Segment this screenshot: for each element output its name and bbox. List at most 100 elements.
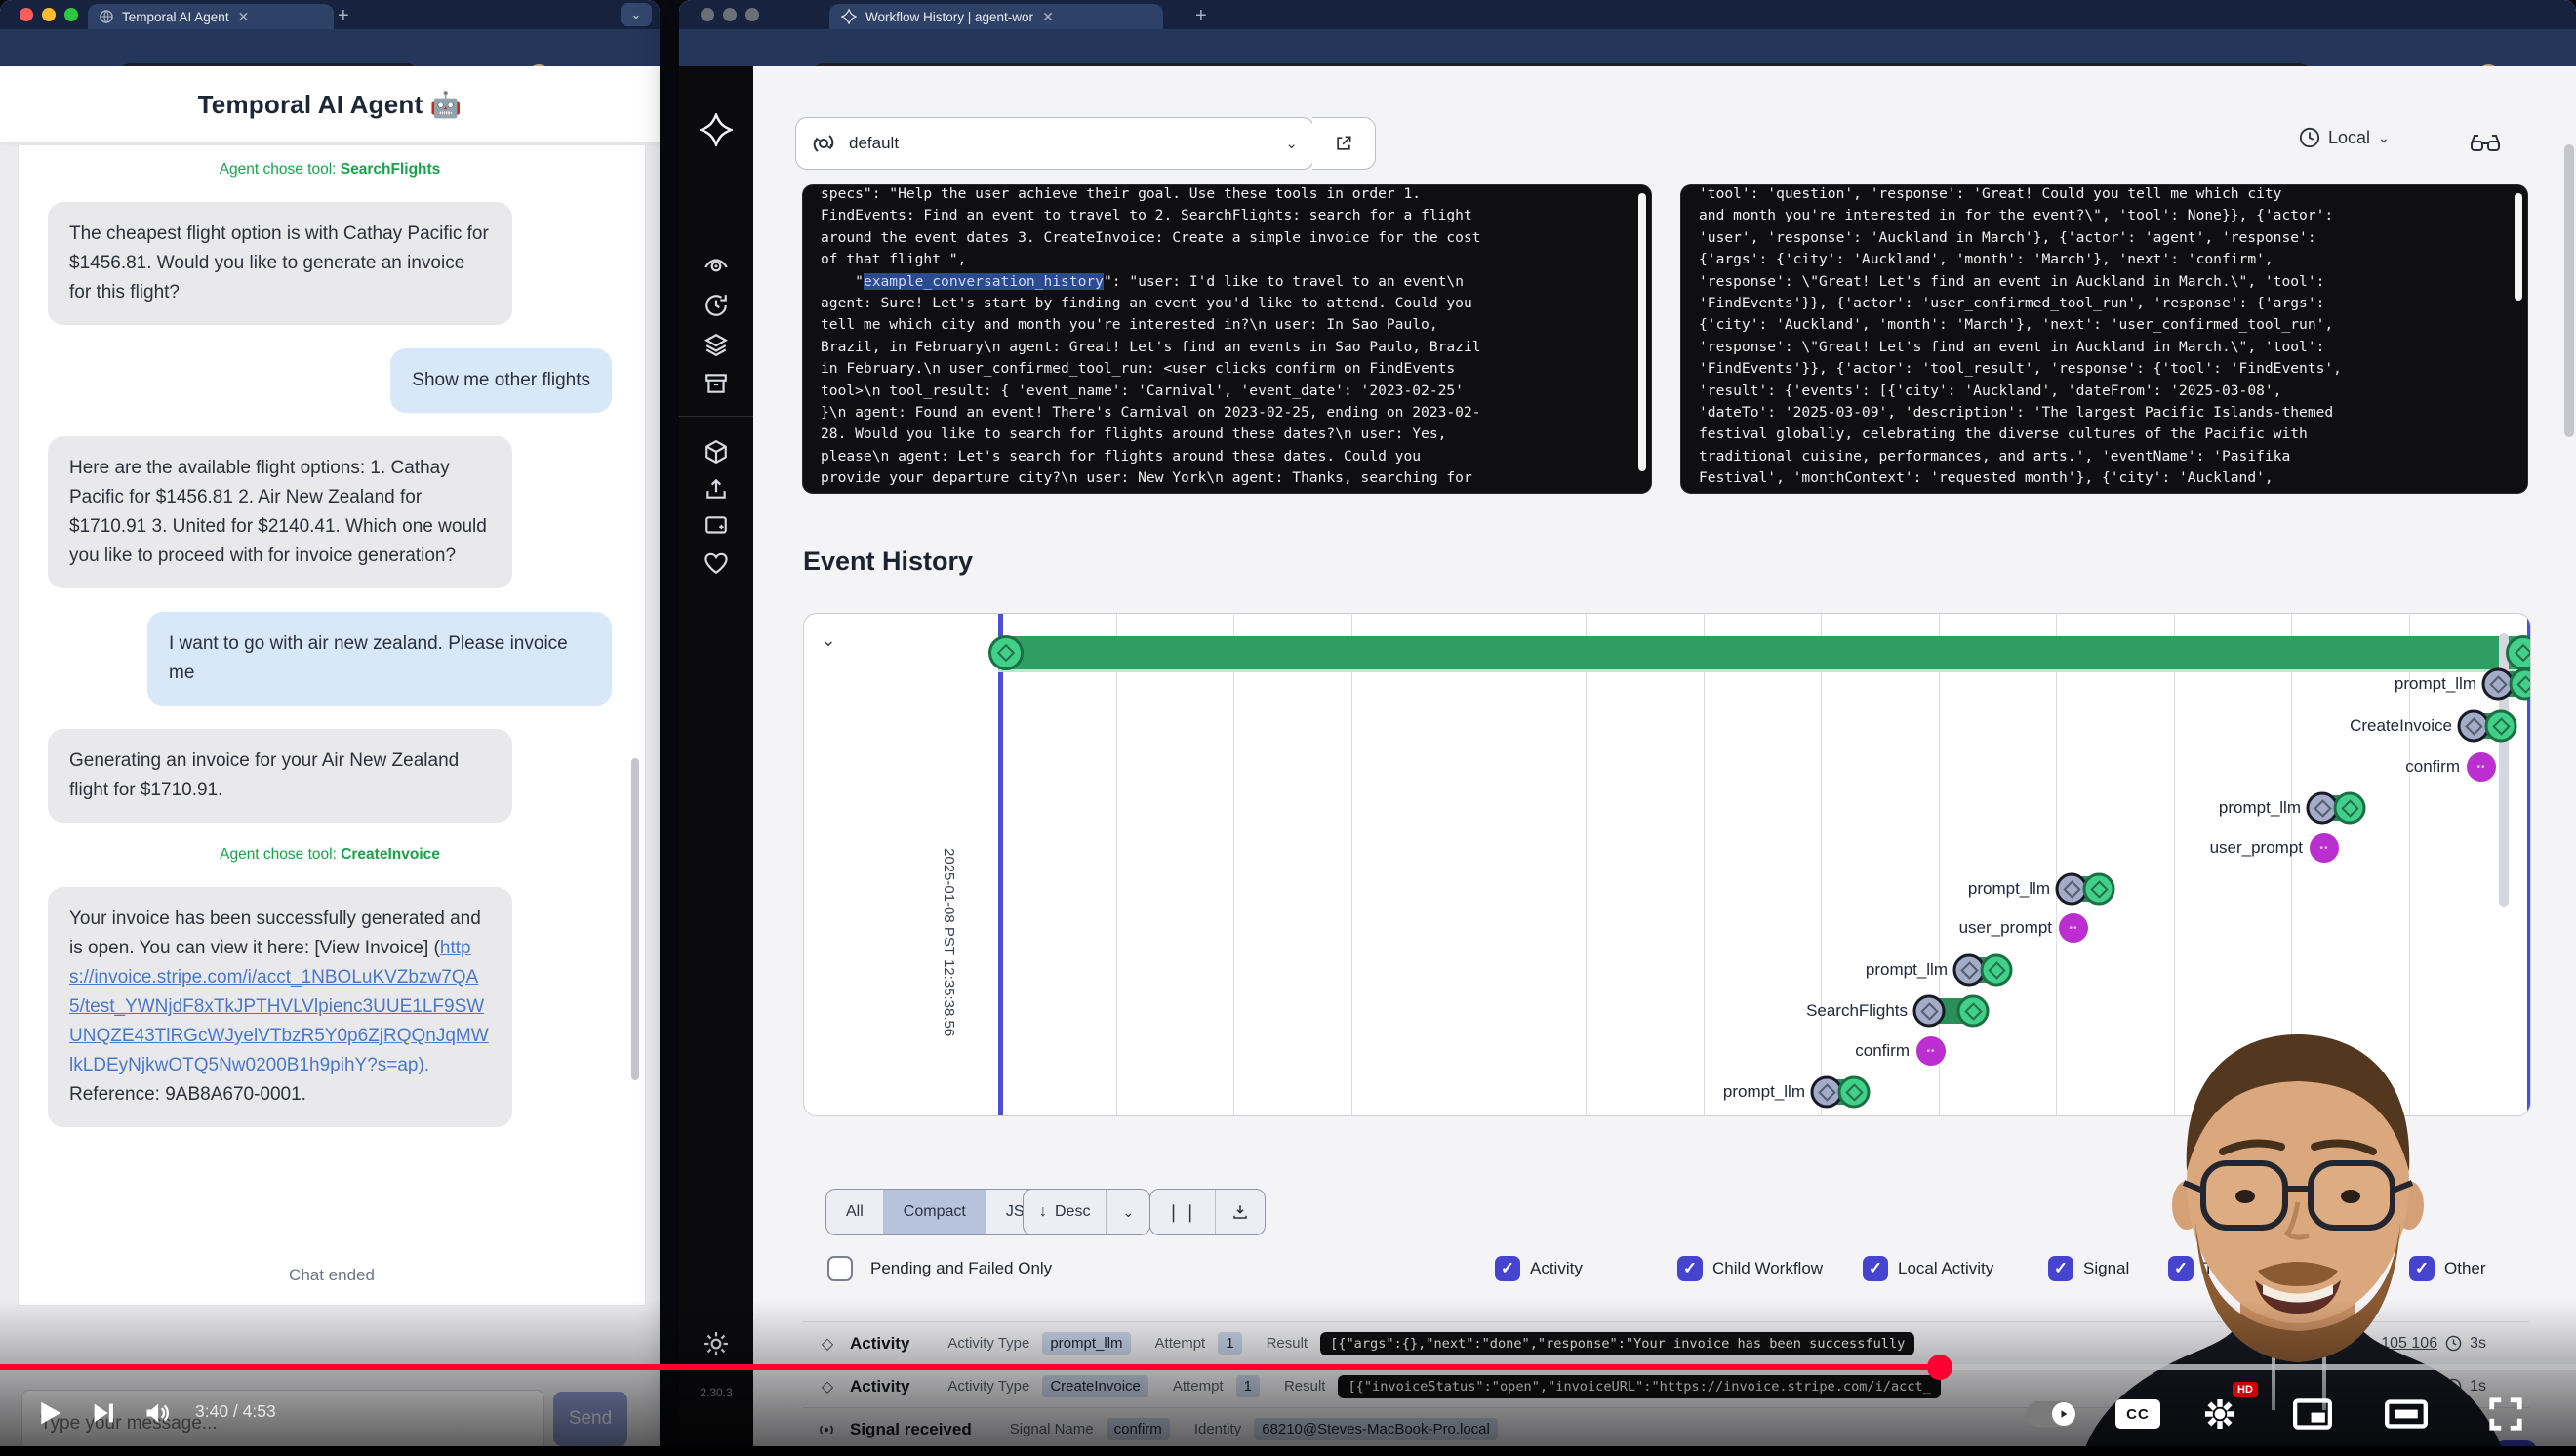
labs-cube-icon[interactable] bbox=[704, 439, 729, 465]
miniplayer-button[interactable] bbox=[2293, 1397, 2332, 1431]
workflow-execution-bar[interactable] bbox=[998, 636, 2527, 669]
chat-app: Temporal AI Agent 🤖 Agent chose tool: Se… bbox=[0, 66, 660, 1456]
signal-node[interactable]: •• bbox=[1916, 1036, 1946, 1066]
video-progress-watched[interactable] bbox=[0, 1364, 1940, 1370]
field-label: Identity bbox=[1194, 1421, 1241, 1437]
timeline-event-label: prompt_llm bbox=[2395, 674, 2476, 694]
activity-completed-node[interactable] bbox=[2485, 710, 2517, 743]
view-tab-compact[interactable]: Compact bbox=[884, 1190, 986, 1234]
field-label: Result bbox=[1284, 1378, 1326, 1395]
play-button[interactable] bbox=[35, 1397, 64, 1429]
code-scrollbar[interactable] bbox=[2515, 193, 2522, 301]
code-panel-input[interactable]: specs": "Help the user achieve their goa… bbox=[803, 185, 1651, 493]
video-timestamp: 3:40 / 4:53 bbox=[195, 1401, 276, 1422]
globe-icon bbox=[100, 10, 113, 23]
filter-checkbox-activity[interactable]: ✓ bbox=[1495, 1256, 1520, 1281]
feedback-screen-icon[interactable] bbox=[704, 513, 729, 539]
signal-node[interactable]: •• bbox=[2059, 913, 2088, 943]
tool-choice-note: Agent chose tool: CreateInvoice bbox=[48, 846, 612, 864]
new-tab-button[interactable]: + bbox=[338, 4, 349, 27]
timeline-gridline bbox=[1704, 614, 1705, 1115]
user-message: I want to go with air new zealand. Pleas… bbox=[147, 612, 612, 706]
sort-chevron-icon[interactable]: ⌄ bbox=[1107, 1190, 1149, 1234]
pending-failed-checkbox[interactable] bbox=[827, 1256, 853, 1281]
schedules-clock-icon[interactable] bbox=[704, 293, 729, 318]
timezone-select[interactable]: Local ⌄ bbox=[2299, 127, 2390, 148]
import-upload-icon[interactable] bbox=[704, 476, 729, 502]
layers-icon[interactable] bbox=[704, 332, 729, 357]
download-icon[interactable] bbox=[1216, 1190, 1265, 1234]
zoom-window-button[interactable] bbox=[745, 8, 759, 21]
page-scrollbar[interactable] bbox=[2564, 144, 2574, 437]
activity-completed-node[interactable] bbox=[2083, 873, 2115, 906]
minimize-window-button[interactable] bbox=[723, 8, 737, 21]
temporal-logo-icon[interactable] bbox=[700, 113, 733, 146]
video-progress-remaining[interactable] bbox=[1940, 1364, 2576, 1370]
field-value: [{"invoiceStatus":"open","invoiceURL":"h… bbox=[1338, 1375, 1940, 1398]
tab-search-chevron[interactable]: ⌄ bbox=[621, 3, 652, 26]
filter-checkbox-child-workflow[interactable]: ✓ bbox=[1677, 1256, 1703, 1281]
clock-icon bbox=[2299, 127, 2320, 148]
chat-scrollbar[interactable] bbox=[631, 758, 639, 1080]
workflows-eye-icon[interactable] bbox=[704, 255, 729, 280]
autoplay-toggle[interactable] bbox=[2026, 1401, 2076, 1427]
timeline-event-label: prompt_llm bbox=[2219, 798, 2301, 818]
filter-checkbox-local-activity[interactable]: ✓ bbox=[1863, 1256, 1888, 1281]
code-panel-result[interactable]: 'tool': 'question', 'response': 'Great! … bbox=[1681, 185, 2527, 493]
send-button[interactable]: Send bbox=[553, 1392, 627, 1446]
code-scrollbar[interactable] bbox=[1638, 193, 1646, 471]
signal-node[interactable]: •• bbox=[2310, 833, 2339, 863]
invoice-link[interactable]: https://invoice.stripe.com/i/acct_1NBOLu… bbox=[69, 938, 489, 1075]
minimize-window-button[interactable] bbox=[42, 8, 56, 21]
new-tab-button[interactable]: + bbox=[1195, 4, 1207, 27]
webcam-presenter-overlay bbox=[2069, 1015, 2537, 1456]
theme-sun-icon[interactable] bbox=[704, 1331, 729, 1356]
section-title: Event History bbox=[803, 546, 973, 577]
workflow-start-node[interactable] bbox=[988, 635, 1024, 670]
next-button[interactable] bbox=[90, 1399, 117, 1427]
signal-node[interactable]: •• bbox=[2467, 752, 2496, 782]
zoom-window-button[interactable] bbox=[64, 8, 78, 21]
activity-completed-node[interactable] bbox=[1981, 954, 2013, 987]
timeline-start-timestamp: 2025-01-08 PST 12:35:38.56 bbox=[941, 848, 957, 1036]
activity-scheduled-node[interactable] bbox=[1913, 995, 1946, 1028]
sort-order-button[interactable]: ↓Desc ⌄ bbox=[1023, 1189, 1150, 1235]
view-tab-all[interactable]: All bbox=[826, 1190, 884, 1234]
favorites-heart-icon[interactable] bbox=[704, 550, 729, 576]
archive-box-icon[interactable] bbox=[704, 371, 729, 396]
page-title: Temporal AI Agent 🤖 bbox=[198, 90, 463, 120]
agent-message: Here are the available flight options: 1… bbox=[48, 436, 512, 588]
field-value: confirm bbox=[1107, 1418, 1170, 1440]
tab-temporal-ai-agent[interactable]: Temporal AI Agent ✕ bbox=[88, 4, 334, 29]
agent-message: Generating an invoice for your Air New Z… bbox=[48, 729, 512, 823]
fullscreen-button[interactable] bbox=[2486, 1395, 2525, 1433]
pause-icon[interactable]: ❘❘ bbox=[1150, 1190, 1215, 1234]
subtitles-button[interactable]: CC bbox=[2115, 1399, 2160, 1429]
right-url-bar: ← → ↻ i localhost:8233/namespaces/defaul… bbox=[679, 29, 2576, 66]
open-namespace-button[interactable] bbox=[1312, 117, 1376, 170]
timeline-event-label: user_prompt bbox=[1959, 918, 2052, 938]
close-window-button[interactable] bbox=[701, 8, 714, 21]
timezone-value: Local bbox=[2328, 128, 2370, 148]
tab-workflow-history[interactable]: Workflow History | agent-wor ✕ bbox=[829, 4, 1163, 29]
field-value: CreateInvoice bbox=[1042, 1375, 1148, 1397]
activity-diamond-icon: ◇ bbox=[818, 1377, 837, 1396]
namespace-select[interactable]: default ⌄ bbox=[795, 117, 1314, 170]
close-window-button[interactable] bbox=[20, 8, 33, 21]
event-type-label: Activity bbox=[850, 1377, 909, 1396]
settings-gear-button[interactable] bbox=[2201, 1395, 2238, 1433]
tab-close-icon[interactable]: ✕ bbox=[1042, 9, 1054, 25]
activity-completed-node[interactable] bbox=[1957, 995, 1990, 1028]
video-playhead[interactable] bbox=[1927, 1355, 1952, 1380]
activity-completed-node[interactable] bbox=[2334, 792, 2366, 825]
volume-button[interactable] bbox=[142, 1399, 172, 1427]
reader-glasses-icon[interactable] bbox=[2469, 131, 2502, 156]
tab-close-icon[interactable]: ✕ bbox=[238, 9, 250, 25]
user-message: Show me other flights bbox=[390, 348, 612, 413]
activity-completed-node[interactable] bbox=[1838, 1076, 1871, 1109]
field-label: Result bbox=[1267, 1335, 1308, 1352]
collapse-chevron-icon[interactable]: ⌄ bbox=[814, 626, 843, 655]
chat-card: Agent chose tool: SearchFlightsThe cheap… bbox=[18, 144, 646, 1306]
theater-mode-button[interactable] bbox=[2385, 1399, 2428, 1429]
agent-message: Your invoice has been successfully gener… bbox=[48, 887, 512, 1127]
